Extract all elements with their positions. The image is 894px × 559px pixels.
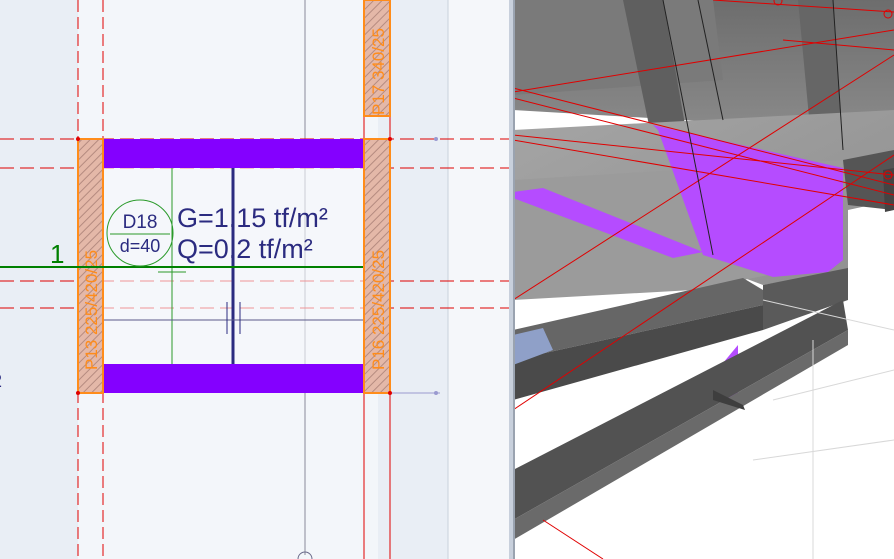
grid-node — [434, 391, 438, 395]
column-label-p16: P16 225/420/25 — [369, 250, 388, 370]
grid-node — [434, 137, 438, 141]
edge-mark: 2 — [0, 371, 2, 391]
dead-load-label: G=1.15 tf/m² — [177, 203, 328, 233]
3d-upper-room — [513, 0, 723, 95]
axis-label-1: 1 — [50, 239, 64, 269]
plan-right-panel — [448, 0, 509, 559]
structural-plan-view[interactable]: P13 225/420/25 P16 225/420/25 P17 340/25… — [0, 0, 509, 559]
3d-model-view[interactable] — [513, 0, 894, 559]
3d-view-frame — [513, 0, 515, 559]
live-load-label: Q=0.2 tf/m² — [177, 234, 313, 264]
column-label-p17: P17 340/25 — [369, 28, 388, 115]
grid-node — [76, 391, 80, 395]
rebar-bar-size: D18 — [123, 212, 158, 233]
beam-bottom[interactable] — [104, 364, 363, 393]
grid-node — [76, 137, 80, 141]
beam-top[interactable] — [104, 139, 363, 168]
grid-node — [388, 137, 392, 141]
workspace: P13 225/420/25 P16 225/420/25 P17 340/25… — [0, 0, 894, 559]
rebar-depth: d=40 — [120, 236, 161, 256]
grid-node — [388, 391, 392, 395]
